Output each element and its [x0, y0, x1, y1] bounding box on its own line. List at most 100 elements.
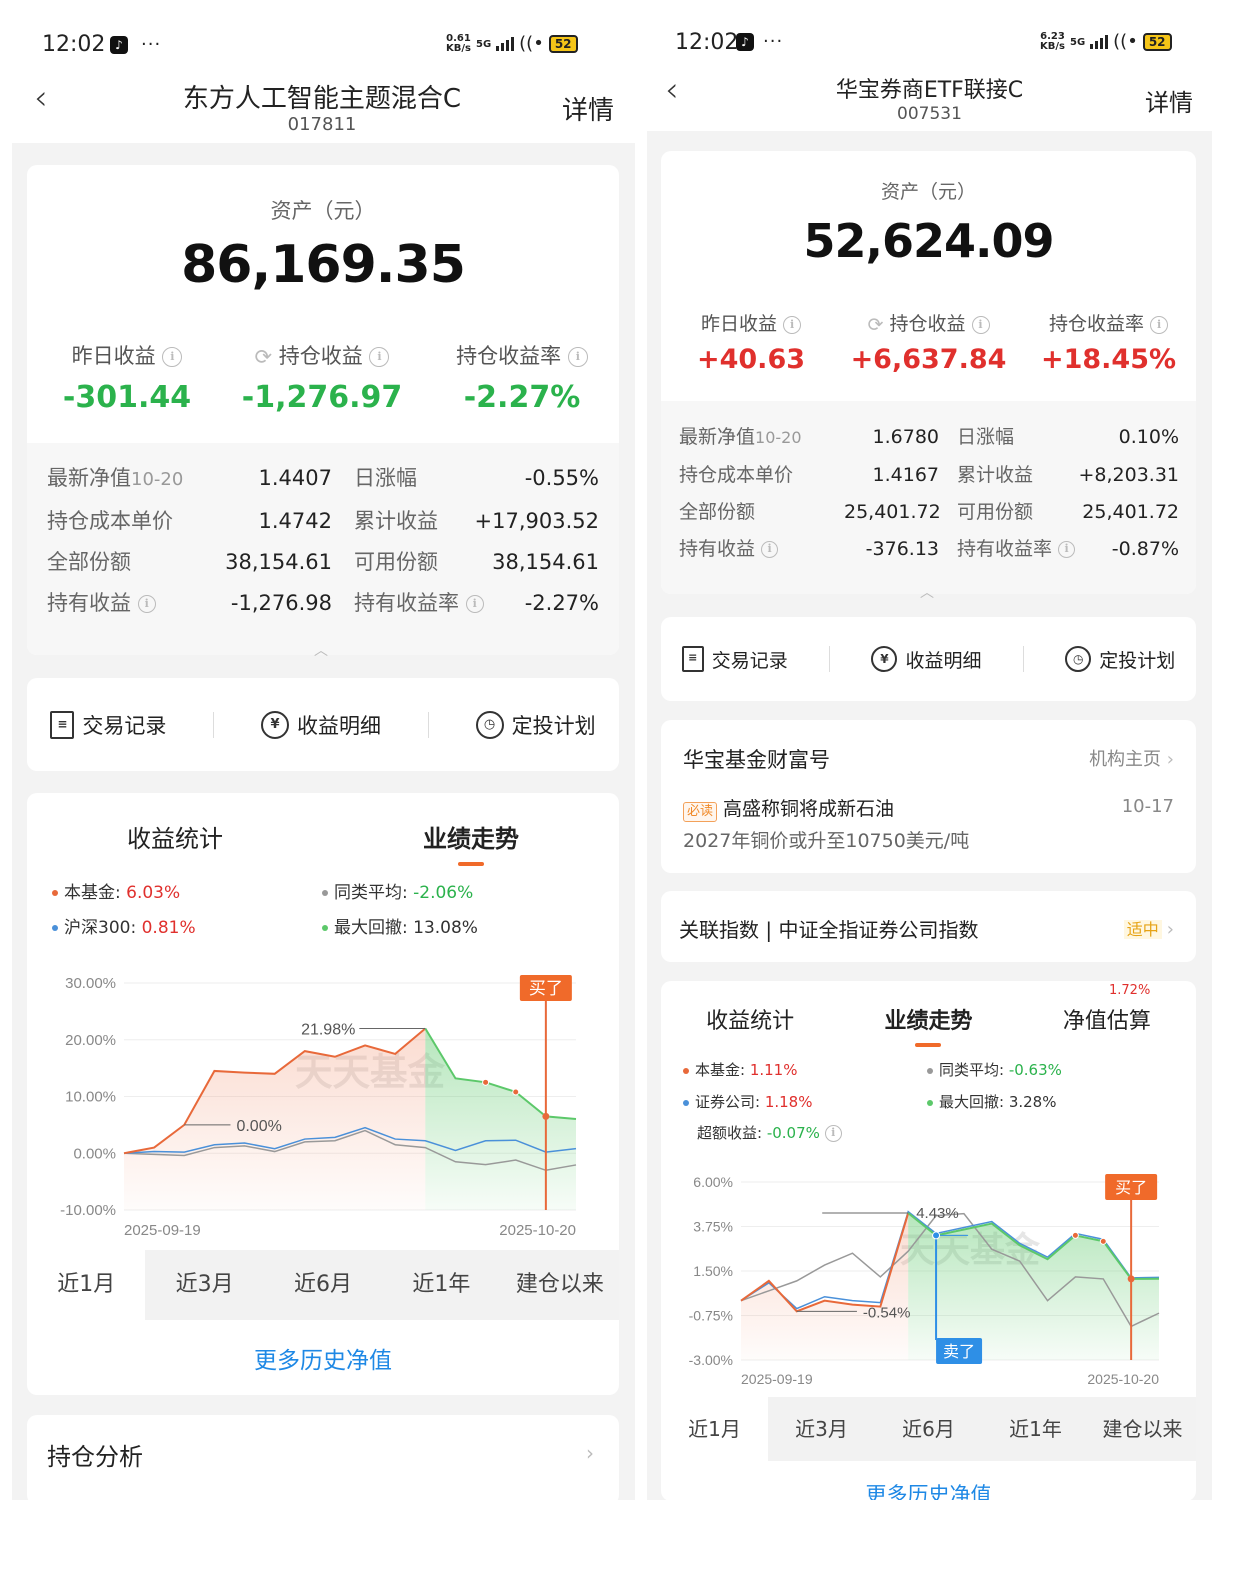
trade-record-button[interactable]: ≡ 交易记录 — [50, 710, 166, 740]
yen-icon: ¥ — [871, 646, 898, 672]
related-index-card[interactable]: 关联指数 | 中证全指证券公司指数 适中 › — [661, 891, 1196, 962]
signal-icon — [1090, 35, 1109, 49]
must-read-badge: 必读 — [683, 802, 718, 822]
info-icon[interactable]: i — [137, 595, 156, 613]
divider — [1022, 646, 1024, 672]
fund-code: 007531 — [897, 104, 962, 124]
assets-card: 资产（元） 52,624.09 昨日收益 i +40.63 ⟳ 持仓收益 i +… — [661, 151, 1196, 594]
range-1y[interactable]: 近1年 — [382, 1250, 501, 1320]
trade-record-button[interactable]: ≡ 交易记录 — [681, 646, 788, 673]
x-tick-label: 2025-09-19 — [124, 1222, 201, 1239]
avail-label: 可用份额 — [957, 501, 1034, 523]
divider — [427, 711, 429, 738]
avail-value: 38,154.61 — [492, 550, 599, 574]
hold-rate-value: -2.27% — [524, 591, 599, 615]
divider — [213, 711, 215, 738]
hold-label: 持有收益 i — [679, 537, 844, 561]
detail-button[interactable]: 详情 — [1145, 83, 1193, 118]
news-headline-row: 必读 高盛称铜将成新石油 — [683, 794, 894, 822]
right-screenshot: 12:02 ♪ ··· 6.23 KB/s 5G ((• 52 ‹ 华宝券商ET… — [647, 0, 1212, 1500]
y-tick-label: 3.75% — [693, 1219, 733, 1235]
metric-holding[interactable]: ⟳ 持仓收益 i -1,276.97 — [232, 340, 412, 415]
metric-holding-rate[interactable]: 持仓收益率 i -2.27% — [427, 340, 617, 415]
income-detail-button[interactable]: ¥ 收益明细 — [871, 646, 982, 673]
info-icon[interactable]: i — [567, 347, 588, 367]
cost-label: 持仓成本单价 — [47, 509, 173, 533]
info-icon[interactable]: i — [761, 541, 779, 558]
more-history-link[interactable]: 更多历史净值 — [27, 1341, 619, 1375]
chevron-right-icon: › — [586, 1441, 594, 1465]
record-icon: ≡ — [50, 710, 75, 739]
action-bar: ≡ 交易记录 ¥ 收益明细 ◷ 定投计划 — [27, 678, 619, 771]
info-icon[interactable]: i — [1150, 315, 1169, 334]
refresh-icon[interactable]: ⟳ — [867, 314, 883, 336]
info-icon[interactable]: i — [369, 347, 390, 367]
buy-label: 买了 — [1115, 1178, 1147, 1197]
fund-area-red — [741, 1213, 909, 1360]
hold-value: -376.13 — [865, 538, 939, 560]
info-icon[interactable]: i — [162, 347, 183, 367]
auto-invest-button[interactable]: ◷ 定投计划 — [475, 710, 596, 740]
more-history-link[interactable]: 更多历史净值 — [661, 1479, 1196, 1500]
nav-label: 最新净值10-20 — [679, 426, 802, 448]
trade-dot — [512, 1088, 520, 1096]
income-detail-button[interactable]: ¥ 收益明细 — [260, 710, 381, 740]
range-1y[interactable]: 近1年 — [982, 1397, 1089, 1461]
performance-card: 收益统计 业绩走势 本基金: 6.03% 沪深300: 0.81% 同类平均: … — [27, 793, 620, 1395]
status-time: 12:02 — [42, 32, 106, 57]
fund-code: 017811 — [287, 114, 357, 135]
info-icon[interactable]: i — [783, 315, 802, 334]
news-card[interactable]: 华宝基金财富号 机构主页 › 必读 高盛称铜将成新石油 10-17 2027年铜价… — [661, 720, 1196, 873]
metric-label: 昨日收益 — [700, 313, 777, 335]
range-1m[interactable]: 近1月 — [661, 1397, 768, 1461]
divider — [829, 646, 831, 672]
institution-home-link[interactable]: 机构主页 › — [1089, 745, 1174, 771]
auto-invest-button[interactable]: ◷ 定投计划 — [1065, 646, 1175, 673]
back-button[interactable]: ‹ — [34, 78, 48, 118]
metric-label: 昨日收益 — [71, 344, 156, 368]
range-since[interactable]: 建仓以来 — [1089, 1397, 1196, 1461]
range-1m[interactable]: 近1月 — [27, 1250, 145, 1320]
cost-value: 1.4167 — [872, 464, 939, 486]
range-selector: 近1月 近3月 近6月 近1年 建仓以来 — [661, 1397, 1196, 1461]
y-tick-label: -0.75% — [689, 1308, 733, 1324]
shares-label: 全部份额 — [47, 550, 131, 574]
shares-value: 38,154.61 — [225, 550, 332, 574]
metric-yesterday[interactable]: 昨日收益 i -301.44 — [37, 340, 217, 415]
range-3m[interactable]: 近3月 — [768, 1397, 875, 1461]
range-since[interactable]: 建仓以来 — [500, 1250, 620, 1320]
y-tick-label: -3.00% — [689, 1352, 733, 1368]
refresh-icon[interactable]: ⟳ — [255, 345, 273, 369]
y-tick-label: 20.00% — [65, 1032, 116, 1049]
details-grid: 最新净值10-20 1.6780 日涨幅 0.10% 持仓成本单价 1.4167… — [679, 425, 1179, 561]
info-icon[interactable]: i — [971, 315, 990, 334]
daily-value: -0.55% — [524, 466, 599, 490]
back-button[interactable]: ‹ — [665, 70, 679, 110]
net-speed: 0.61 KB/s — [446, 33, 471, 54]
performance-card: 1.72% 收益统计 业绩走势 净值估算 本基金: 1.11% 证券公司: 1.… — [661, 981, 1196, 1500]
details-grid: 最新净值10-20 1.4407 日涨幅 -0.55% 持仓成本单价 1.474… — [47, 465, 599, 616]
actions-card: ≡ 交易记录 ¥ 收益明细 ◷ 定投计划 — [27, 678, 619, 771]
collapse-caret-icon[interactable]: ︿ — [920, 582, 934, 602]
nav-label: 最新净值10-20 — [47, 466, 184, 490]
battery-icon: 52 — [548, 35, 578, 53]
range-6m[interactable]: 近6月 — [263, 1250, 383, 1320]
wifi-icon: ((• — [1113, 31, 1138, 52]
range-6m[interactable]: 近6月 — [875, 1397, 982, 1461]
net-speed: 6.23 KB/s — [1040, 31, 1065, 52]
detail-button[interactable]: 详情 — [562, 90, 614, 127]
metric-holding[interactable]: ⟳ 持仓收益 i +6,637.84 — [841, 309, 1016, 375]
metric-yesterday[interactable]: 昨日收益 i +40.63 — [666, 309, 836, 375]
left-screenshot: 12:02 ♪ ··· 0.61 KB/s 5G ((• 52 ‹ 东方人工智能… — [12, 0, 635, 1500]
range-3m[interactable]: 近3月 — [145, 1250, 264, 1320]
shares-label: 全部份额 — [679, 501, 756, 523]
daily-value: 0.10% — [1118, 426, 1179, 448]
collapse-caret-icon[interactable]: ︿ — [314, 640, 328, 660]
clock-icon: ◷ — [1065, 646, 1092, 672]
sell-dot — [932, 1231, 941, 1240]
holdings-card[interactable]: 持仓分析 › — [27, 1415, 619, 1500]
metric-value: +40.63 — [696, 344, 806, 375]
tiktok-icon: ♪ — [736, 33, 754, 51]
metric-holding-rate[interactable]: 持仓收益率 i +18.45% — [1021, 309, 1196, 375]
news-date: 10-17 — [1121, 796, 1174, 817]
